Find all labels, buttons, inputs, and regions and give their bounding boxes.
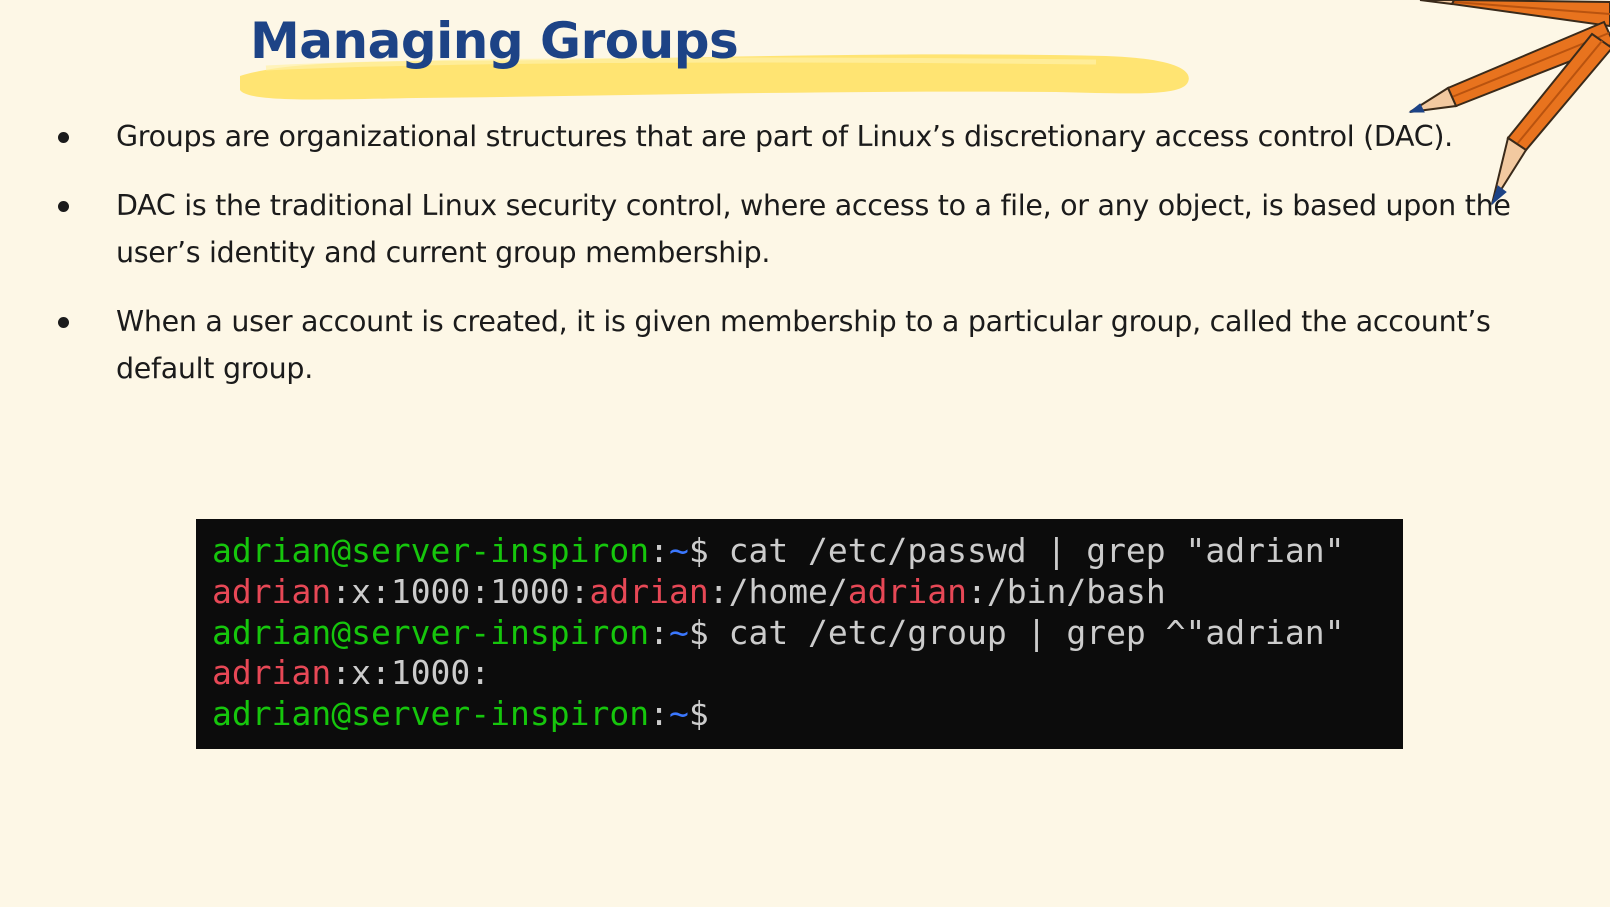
slide-title: Managing Groups	[250, 12, 739, 70]
terminal-line: adrian@server-inspiron:~$ cat /etc/group…	[212, 613, 1387, 654]
match-text: adrian	[212, 571, 332, 611]
bullet-dot	[58, 317, 69, 328]
bullet-dot	[58, 132, 69, 143]
prompt-separator: :	[649, 531, 669, 570]
terminal-line: adrian@server-inspiron:~$	[212, 694, 1387, 735]
match-text: adrian	[847, 571, 968, 611]
prompt-separator: :	[649, 694, 669, 734]
prompt-user-host: adrian@server-inspiron	[212, 531, 650, 570]
slide: Managing Groups Groups are organizationa…	[0, 0, 1610, 907]
output-text: :/bin/bash	[967, 571, 1166, 611]
prompt-separator: :	[649, 612, 669, 652]
bullet-text: DAC is the traditional Linux security co…	[116, 189, 1511, 269]
command-text: $ cat /etc/group | grep ^"adrian"	[688, 612, 1345, 652]
prompt-path: ~	[668, 694, 689, 734]
output-text: :x:1000:1000:	[331, 571, 590, 611]
title-area: Managing Groups	[236, 6, 1196, 106]
bullet-item: DAC is the traditional Linux security co…	[56, 182, 1516, 276]
terminal-screenshot: adrian@server-inspiron:~$ cat /etc/passw…	[196, 519, 1403, 749]
terminal-line: adrian:x:1000:1000:adrian:/home/adrian:/…	[212, 572, 1387, 613]
bullet-text: Groups are organizational structures tha…	[116, 120, 1453, 153]
prompt-symbol: $	[688, 694, 709, 734]
bullet-item: Groups are organizational structures tha…	[56, 113, 1516, 160]
prompt-path: ~	[668, 531, 689, 570]
match-text: adrian	[589, 571, 709, 611]
command-text: $ cat /etc/passwd | grep "adrian"	[688, 531, 1345, 570]
bullet-item: When a user account is created, it is gi…	[56, 298, 1516, 392]
terminal-line: adrian@server-inspiron:~$ cat /etc/passw…	[212, 531, 1387, 572]
bullet-text: When a user account is created, it is gi…	[116, 305, 1491, 385]
match-text: adrian	[212, 653, 332, 693]
bullet-list: Groups are organizational structures tha…	[56, 113, 1516, 414]
prompt-user-host: adrian@server-inspiron	[212, 694, 650, 734]
prompt-user-host: adrian@server-inspiron	[212, 612, 650, 652]
prompt-path: ~	[668, 612, 689, 652]
output-text: :x:1000:	[331, 653, 491, 693]
output-text: :/home/	[708, 571, 848, 611]
bullet-dot	[58, 201, 69, 212]
terminal-line: adrian:x:1000:	[212, 653, 1387, 694]
